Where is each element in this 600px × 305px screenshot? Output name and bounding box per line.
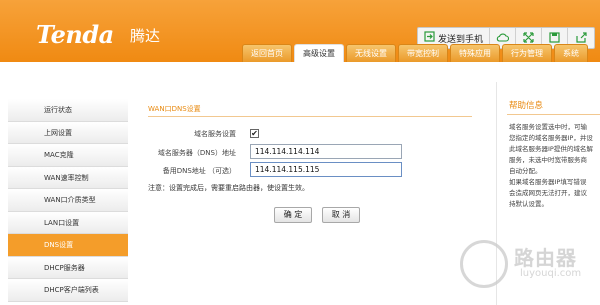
send-icon	[424, 31, 435, 45]
sidebar-item-internet-settings[interactable]: 上网设置	[8, 121, 128, 144]
help-line: 域名服务设置选中时，可输	[509, 123, 587, 131]
help-line: 持默认设置。	[509, 200, 548, 208]
send-to-phone-label: 发送到手机	[438, 34, 484, 45]
dns-service-label: 域名服务设置	[194, 130, 236, 138]
page-title: WAN口DNS设置	[148, 105, 201, 113]
help-divider	[507, 114, 600, 115]
ok-button[interactable]: 确 定	[274, 207, 312, 223]
sidebar-item-lan-settings[interactable]: LAN口设置	[8, 211, 128, 234]
cancel-button[interactable]: 取 消	[322, 207, 360, 223]
sidebar-item-dns-settings[interactable]: DNS设置	[8, 234, 128, 257]
secondary-dns-label: 备用DNS地址 （可选）	[162, 167, 236, 175]
sidebar-item-dhcp-server[interactable]: DHCP服务器	[8, 256, 128, 279]
watermark-logo-icon	[460, 240, 508, 288]
help-title: 帮助信息	[509, 101, 544, 111]
tab-wireless-settings[interactable]: 无线设置	[346, 44, 396, 62]
help-line: 服务，未选中时宽带服务商	[509, 156, 587, 164]
tab-system[interactable]: 系统	[554, 44, 588, 62]
dns-service-checkbox[interactable]: ✔	[250, 129, 259, 138]
share-icon	[575, 31, 587, 45]
title-divider	[148, 116, 472, 117]
tab-advanced-settings[interactable]: 高级设置	[294, 44, 344, 62]
restart-note: 注意：设置完成后，需要重启路由器，使设置生效。	[148, 184, 309, 192]
primary-dns-input[interactable]	[250, 144, 402, 159]
site-watermark: 路由器 luyouqi.com	[460, 238, 600, 305]
help-line: 如果域名服务器IP填写错误	[509, 178, 587, 186]
watermark-text: 路由器	[514, 246, 577, 270]
main-tabs: 返回首页 高级设置 无线设置 带宽控制 特殊应用 行为管理 系统	[242, 44, 590, 62]
sidebar: 运行状态 上网设置 MAC克隆 WAN速率控制 WAN口介质类型 LAN口设置 …	[8, 99, 128, 302]
tab-special-apps[interactable]: 特殊应用	[450, 44, 500, 62]
cloud-icon	[496, 32, 510, 44]
watermark-url: luyouqi.com	[520, 268, 582, 279]
sidebar-item-wan-media[interactable]: WAN口介质类型	[8, 189, 128, 212]
tab-bandwidth-control[interactable]: 带宽控制	[398, 44, 448, 62]
secondary-dns-input[interactable]	[250, 162, 402, 177]
save-icon	[549, 31, 560, 45]
sidebar-item-mac-clone[interactable]: MAC克隆	[8, 144, 128, 167]
help-text: 域名服务设置选中时，可输 您指定的域名服务器IP，并设 此域名服务器IP提供的域…	[509, 122, 597, 210]
tab-behavior-management[interactable]: 行为管理	[502, 44, 552, 62]
help-line: 会造成网页无法打开，建议	[509, 189, 587, 197]
tenda-logo-cn: 腾达	[130, 27, 161, 45]
header-bar: Tenda 腾达 发送到手机 返回首页 高级设置 无线设置 带宽控制 特殊应用 …	[0, 0, 600, 62]
tab-home[interactable]: 返回首页	[242, 44, 292, 62]
help-line: 此域名服务器IP提供的域名解	[509, 145, 593, 153]
sidebar-item-wan-speed[interactable]: WAN速率控制	[8, 166, 128, 189]
help-line: 您指定的域名服务器IP，并设	[509, 134, 593, 142]
expand-icon	[523, 31, 534, 45]
sidebar-item-dhcp-clients[interactable]: DHCP客户端列表	[8, 279, 128, 302]
sidebar-item-running-status[interactable]: 运行状态	[8, 99, 128, 122]
help-line: 自动分配。	[509, 167, 542, 175]
primary-dns-label: 域名服务器（DNS）地址	[157, 149, 236, 157]
tenda-logo: Tenda	[36, 20, 114, 49]
